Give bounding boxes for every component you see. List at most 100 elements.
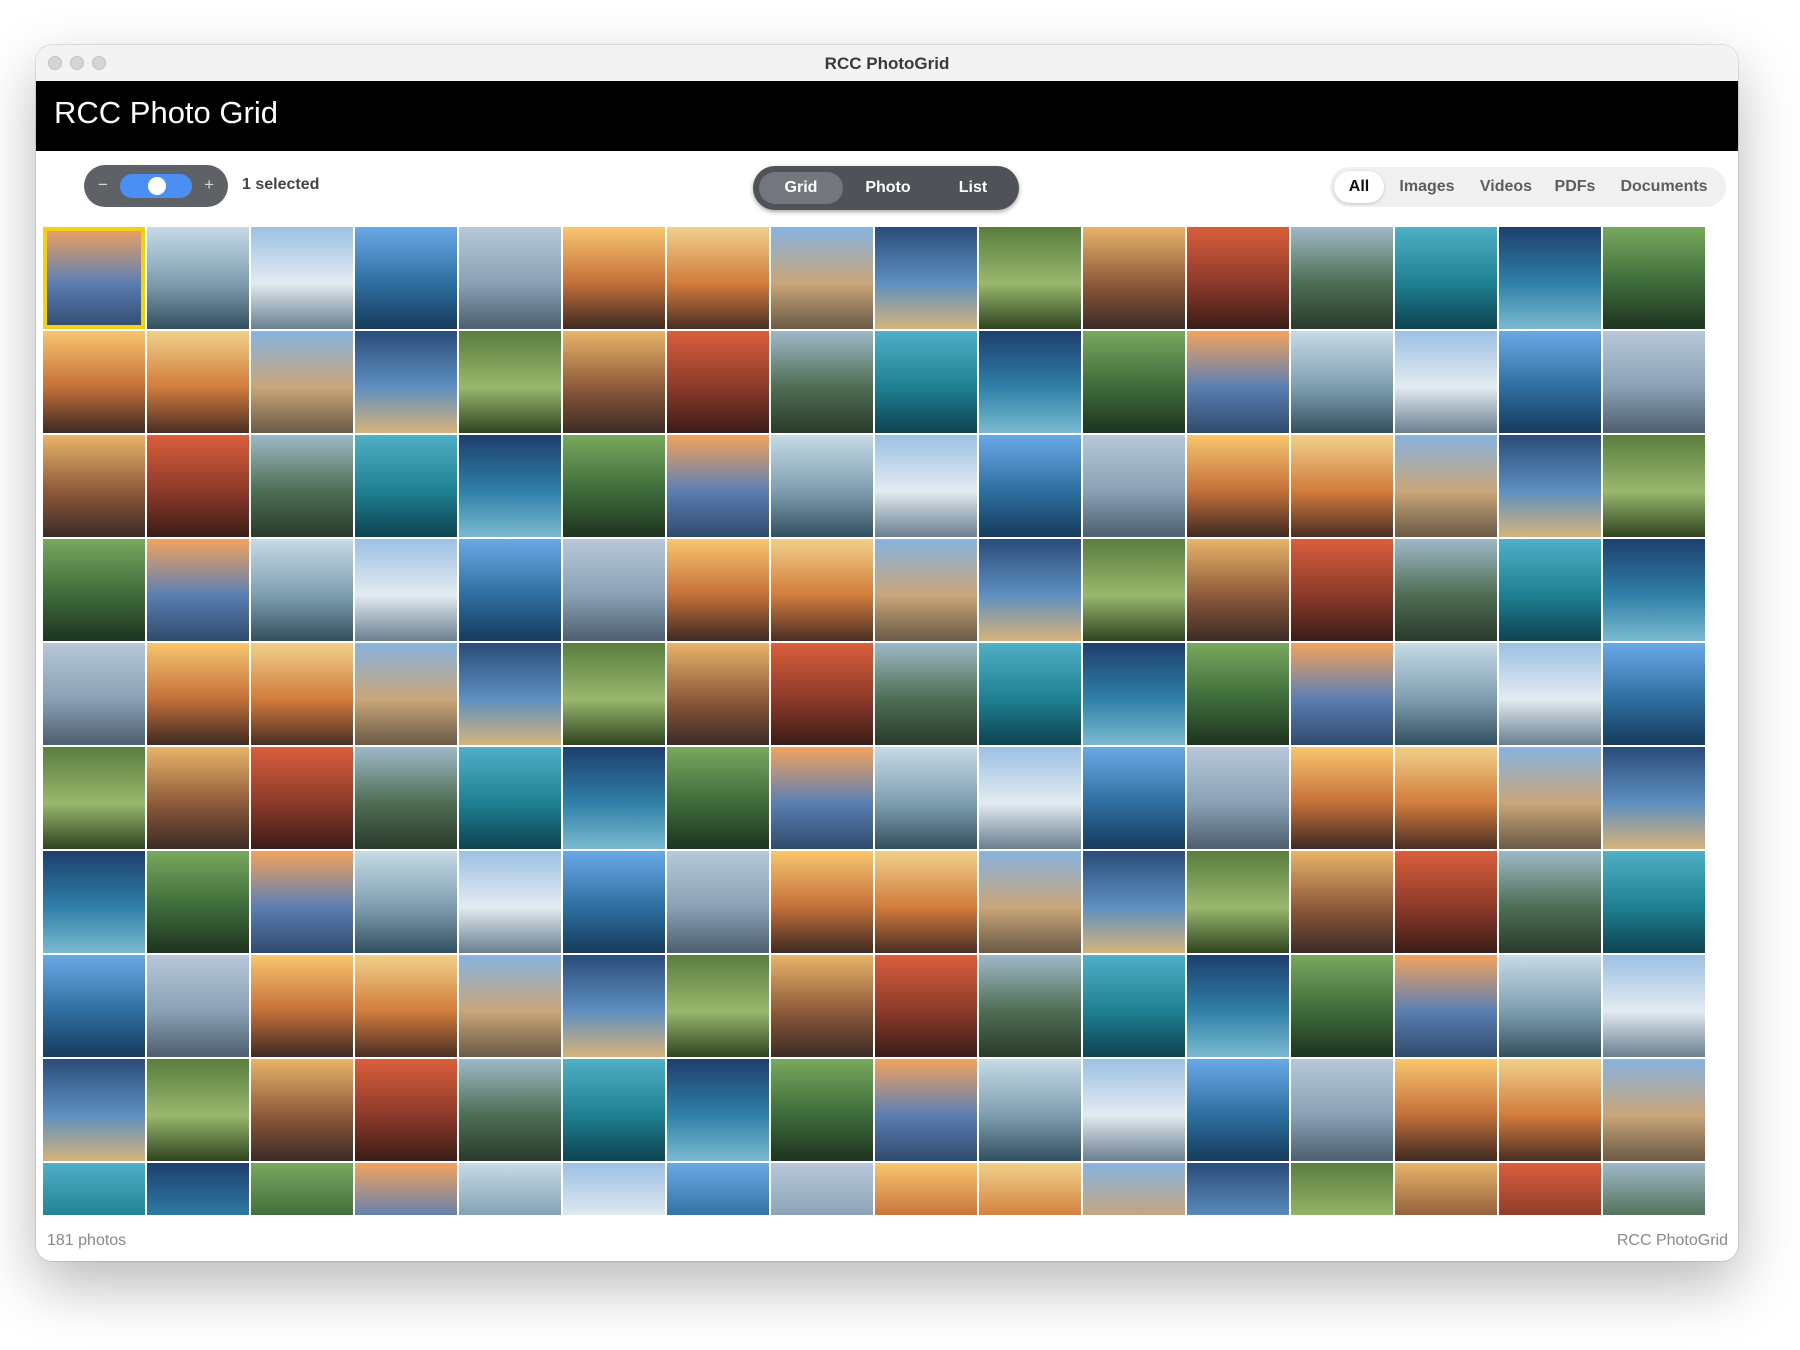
photo-thumbnail[interactable] xyxy=(1603,747,1705,849)
photo-thumbnail[interactable] xyxy=(1499,331,1601,433)
photo-thumbnail[interactable] xyxy=(667,643,769,745)
photo-thumbnail[interactable] xyxy=(667,955,769,1057)
photo-thumbnail[interactable] xyxy=(1395,1059,1497,1161)
photo-thumbnail[interactable] xyxy=(1187,643,1289,745)
photo-thumbnail[interactable] xyxy=(147,539,249,641)
photo-thumbnail[interactable] xyxy=(563,955,665,1057)
photo-thumbnail[interactable] xyxy=(771,955,873,1057)
photo-thumbnail[interactable] xyxy=(147,227,249,329)
photo-thumbnail[interactable] xyxy=(667,851,769,953)
photo-thumbnail[interactable] xyxy=(1083,643,1185,745)
photo-thumbnail[interactable] xyxy=(563,539,665,641)
photo-thumbnail[interactable] xyxy=(1499,955,1601,1057)
photo-thumbnail[interactable] xyxy=(667,1163,769,1215)
photo-thumbnail[interactable] xyxy=(1395,331,1497,433)
photo-thumbnail[interactable] xyxy=(251,1059,353,1161)
photo-thumbnail[interactable] xyxy=(979,851,1081,953)
photo-thumbnail[interactable] xyxy=(979,747,1081,849)
photo-thumbnail[interactable] xyxy=(979,331,1081,433)
photo-thumbnail[interactable] xyxy=(771,1163,873,1215)
photo-thumbnail[interactable] xyxy=(1291,331,1393,433)
photo-thumbnail[interactable] xyxy=(355,539,457,641)
photo-thumbnail[interactable] xyxy=(1083,1163,1185,1215)
photo-thumbnail[interactable] xyxy=(147,851,249,953)
photo-thumbnail[interactable] xyxy=(563,1163,665,1215)
photo-thumbnail[interactable] xyxy=(771,643,873,745)
photo-thumbnail[interactable] xyxy=(771,1059,873,1161)
photo-thumbnail[interactable] xyxy=(1395,747,1497,849)
photo-thumbnail[interactable] xyxy=(875,227,977,329)
photo-thumbnail[interactable] xyxy=(1187,1163,1289,1215)
photo-thumbnail[interactable] xyxy=(459,1059,561,1161)
photo-thumbnail[interactable] xyxy=(875,331,977,433)
photo-thumbnail[interactable] xyxy=(251,747,353,849)
photo-thumbnail[interactable] xyxy=(355,331,457,433)
photo-thumbnail[interactable] xyxy=(979,1163,1081,1215)
photo-thumbnail[interactable] xyxy=(1603,435,1705,537)
photo-thumbnail[interactable] xyxy=(43,851,145,953)
photo-thumbnail[interactable] xyxy=(43,539,145,641)
photo-thumbnail[interactable] xyxy=(667,1059,769,1161)
photo-thumbnail[interactable] xyxy=(251,643,353,745)
photo-thumbnail[interactable] xyxy=(1395,435,1497,537)
photo-thumbnail[interactable] xyxy=(1291,435,1393,537)
photo-thumbnail[interactable] xyxy=(147,747,249,849)
view-photo-button[interactable]: Photo xyxy=(845,172,931,204)
photo-thumbnail[interactable] xyxy=(147,1163,249,1215)
photo-thumbnail[interactable] xyxy=(771,435,873,537)
photo-thumbnail[interactable] xyxy=(1395,643,1497,745)
photo-thumbnail[interactable] xyxy=(355,435,457,537)
photo-thumbnail[interactable] xyxy=(875,435,977,537)
photo-thumbnail[interactable] xyxy=(1603,1059,1705,1161)
filter-pdfs[interactable]: PDFs xyxy=(1546,171,1604,203)
photo-thumbnail[interactable] xyxy=(1083,331,1185,433)
photo-thumbnail[interactable] xyxy=(251,851,353,953)
photo-thumbnail[interactable] xyxy=(1083,227,1185,329)
photo-thumbnail[interactable] xyxy=(875,747,977,849)
photo-thumbnail[interactable] xyxy=(771,539,873,641)
photo-thumbnail[interactable] xyxy=(43,747,145,849)
photo-thumbnail[interactable] xyxy=(1187,955,1289,1057)
photo-thumbnail[interactable] xyxy=(563,747,665,849)
photo-thumbnail[interactable] xyxy=(1603,643,1705,745)
filter-documents[interactable]: Documents xyxy=(1606,171,1722,203)
view-grid-button[interactable]: Grid xyxy=(759,172,843,204)
photo-thumbnail[interactable] xyxy=(771,227,873,329)
photo-thumbnail[interactable] xyxy=(459,331,561,433)
photo-thumbnail[interactable] xyxy=(875,955,977,1057)
photo-thumbnail[interactable] xyxy=(43,643,145,745)
photo-thumbnail[interactable] xyxy=(1395,227,1497,329)
photo-thumbnail[interactable] xyxy=(1291,747,1393,849)
photo-thumbnail[interactable] xyxy=(147,331,249,433)
photo-thumbnail[interactable] xyxy=(251,1163,353,1215)
photo-thumbnail[interactable] xyxy=(147,643,249,745)
photo-thumbnail[interactable] xyxy=(459,955,561,1057)
photo-thumbnail[interactable] xyxy=(563,227,665,329)
photo-thumbnail[interactable] xyxy=(979,539,1081,641)
photo-thumbnail[interactable] xyxy=(979,1059,1081,1161)
photo-thumbnail[interactable] xyxy=(667,331,769,433)
photo-thumbnail[interactable] xyxy=(1395,1163,1497,1215)
photo-thumbnail[interactable] xyxy=(1291,539,1393,641)
photo-thumbnail[interactable] xyxy=(459,539,561,641)
photo-thumbnail[interactable] xyxy=(875,1059,977,1161)
photo-thumbnail[interactable] xyxy=(1187,227,1289,329)
photo-thumbnail[interactable] xyxy=(1603,1163,1705,1215)
photo-thumbnail[interactable] xyxy=(355,851,457,953)
photo-thumbnail[interactable] xyxy=(1499,435,1601,537)
photo-thumbnail[interactable] xyxy=(1187,851,1289,953)
photo-thumbnail[interactable] xyxy=(1291,1163,1393,1215)
photo-thumbnail[interactable] xyxy=(1603,227,1705,329)
photo-thumbnail[interactable] xyxy=(355,1163,457,1215)
photo-thumbnail[interactable] xyxy=(875,539,977,641)
photo-thumbnail[interactable] xyxy=(1499,1163,1601,1215)
photo-thumbnail[interactable] xyxy=(1499,1059,1601,1161)
photo-thumbnail[interactable] xyxy=(1187,1059,1289,1161)
photo-thumbnail[interactable] xyxy=(875,1163,977,1215)
photo-thumbnail[interactable] xyxy=(875,643,977,745)
photo-thumbnail[interactable] xyxy=(251,539,353,641)
photo-thumbnail[interactable] xyxy=(1603,955,1705,1057)
photo-thumbnail[interactable] xyxy=(251,955,353,1057)
zoom-in-button[interactable]: + xyxy=(204,175,214,195)
photo-thumbnail[interactable] xyxy=(1499,851,1601,953)
